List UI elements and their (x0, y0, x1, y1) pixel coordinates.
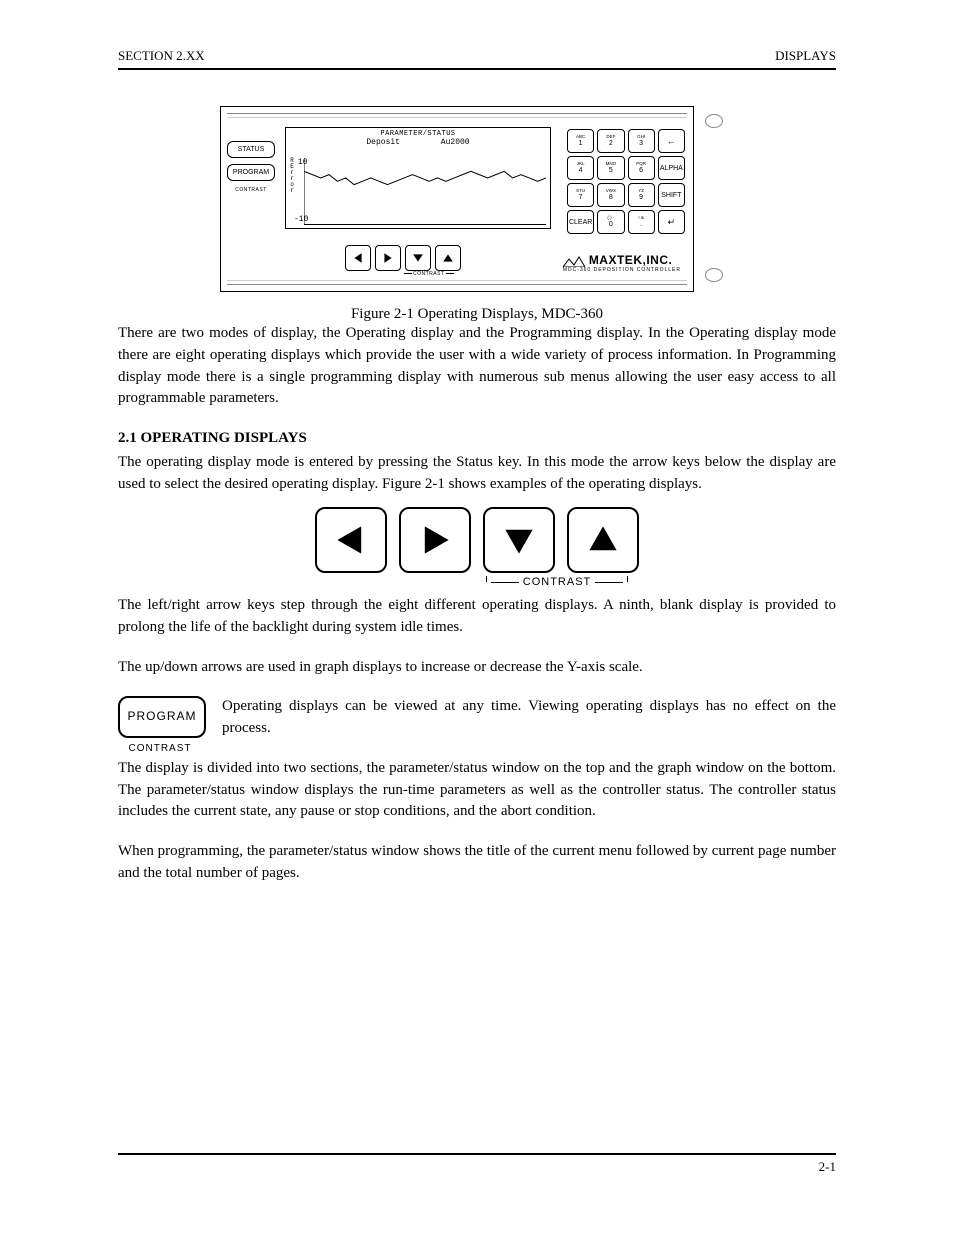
screen-title: PARAMETER/STATUS (286, 128, 550, 138)
page-footer: 2-1 (118, 1153, 836, 1175)
keypad-key[interactable]: SHIFT (658, 183, 685, 207)
program-button-large[interactable]: PROGRAM (118, 696, 206, 737)
lcd-screen: PARAMETER/STATUS Deposit Au2000 R E r r … (285, 127, 551, 229)
screen-mode: Deposit (366, 138, 400, 147)
paragraph-6: The display is divided into two sections… (118, 758, 836, 823)
arrow-down-icon (412, 252, 424, 264)
keypad-key[interactable]: GHI3 (628, 129, 655, 153)
rate-error-chart (304, 158, 546, 225)
arrow-up-icon (586, 523, 620, 557)
heading-2-1: 2.1 OPERATING DISPLAYS (118, 428, 836, 450)
screen-material: Au2000 (441, 138, 470, 147)
brand-name: MAXTEK,INC. (589, 253, 673, 267)
paragraph-4: The up/down arrows are used in graph dis… (118, 657, 836, 679)
arrow-right-icon (382, 252, 394, 264)
contrast-label-small: CONTRAST (227, 187, 275, 193)
keypad-key[interactable]: ABC1 (567, 129, 594, 153)
keypad-key[interactable]: ( ) -0 (597, 210, 624, 234)
big-arrow-down-key[interactable] (483, 507, 555, 573)
big-arrow-up-key[interactable] (567, 507, 639, 573)
arrow-down-icon (502, 523, 536, 557)
paragraph-7: When programming, the parameter/status w… (118, 841, 836, 885)
keypad-key[interactable]: VWX8 (597, 183, 624, 207)
brand-block: MAXTEK,INC. MDC-360 DEPOSITION CONTROLLE… (563, 253, 681, 273)
mount-hole-icon (705, 268, 723, 282)
arrow-down-key[interactable] (405, 245, 431, 271)
figure-1-caption: Figure 2-1 Operating Displays, MDC-360 (118, 306, 836, 323)
device-front-panel: STATUS PROGRAM CONTRAST PARAMETER/STATUS… (220, 106, 694, 292)
arrow-left-icon (352, 252, 364, 264)
panel-contrast-bracket-label: CONTRAST (403, 271, 455, 277)
keypad-key[interactable]: JKL4 (567, 156, 594, 180)
rack-ear (694, 106, 734, 290)
keypad-key[interactable]: MNO5 (597, 156, 624, 180)
big-arrow-left-key[interactable] (315, 507, 387, 573)
numeric-keypad: ABC1DEF2GHI3← JKL4MNO5PQR6ALPHA STU7VWX8YZ… (567, 129, 685, 237)
page-number: 2-1 (118, 1159, 836, 1175)
keypad-key[interactable]: PQR6 (628, 156, 655, 180)
header-left: SECTION 2.XX (118, 48, 205, 64)
keypad-key[interactable]: ← (658, 129, 685, 153)
paragraph-intro: There are two modes of display, the Oper… (118, 323, 836, 410)
program-button-small[interactable]: PROGRAM (227, 164, 275, 181)
keypad-key[interactable]: ! &. (628, 210, 655, 234)
arrow-left-icon (334, 523, 368, 557)
arrow-right-icon (418, 523, 452, 557)
program-contrast-sublabel: CONTRAST (118, 742, 202, 757)
arrow-up-key[interactable] (435, 245, 461, 271)
panel-arrow-keys (345, 245, 461, 271)
header-rule (118, 68, 836, 70)
keypad-key[interactable]: STU7 (567, 183, 594, 207)
brand-subtitle: MDC-360 DEPOSITION CONTROLLER (563, 267, 681, 273)
brand-logo-icon (563, 253, 585, 267)
keypad-key[interactable]: YZ9 (628, 183, 655, 207)
arrow-left-key[interactable] (345, 245, 371, 271)
arrow-up-icon (442, 252, 454, 264)
status-button[interactable]: STATUS (227, 141, 275, 158)
mount-hole-icon (705, 114, 723, 128)
arrow-right-key[interactable] (375, 245, 401, 271)
header-right: DISPLAYS (775, 48, 836, 64)
keypad-key[interactable]: ↵ (658, 210, 685, 234)
paragraph-5: Operating displays can be viewed at any … (118, 696, 836, 740)
keypad-key[interactable]: DEF2 (597, 129, 624, 153)
big-arrow-right-key[interactable] (399, 507, 471, 573)
paragraph-2: The operating display mode is entered by… (118, 452, 836, 496)
figure-1: STATUS PROGRAM CONTRAST PARAMETER/STATUS… (118, 106, 836, 292)
arrow-keys-figure: CONTRAST (118, 507, 836, 591)
contrast-label: CONTRAST (523, 575, 592, 591)
keypad-key[interactable]: ALPHA (658, 156, 685, 180)
paragraph-3: The left/right arrow keys step through t… (118, 595, 836, 639)
keypad-key[interactable]: CLEAR (567, 210, 594, 234)
program-key-figure: PROGRAM CONTRAST (118, 696, 206, 756)
